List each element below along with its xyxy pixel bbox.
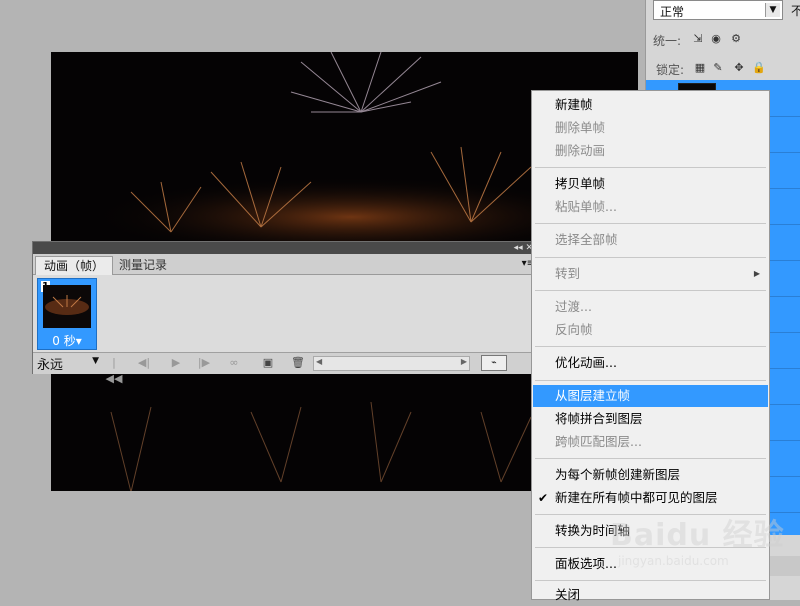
menu-item-new-layers-visible-all-frames[interactable]: ✔ 新建在所有帧中都可见的图层 bbox=[533, 487, 768, 509]
scroll-left-icon[interactable]: ◀ bbox=[316, 357, 322, 366]
opacity-label: 不 bbox=[791, 4, 800, 18]
frame-thumbnail bbox=[43, 285, 91, 328]
menu-item-panel-options[interactable]: 面板选项... bbox=[533, 553, 768, 575]
lock-transparent-icon[interactable]: ▦ bbox=[694, 62, 706, 74]
menu-separator bbox=[535, 346, 766, 347]
menu-item-optimize-animation[interactable]: 优化动画... bbox=[533, 352, 768, 374]
lock-move-icon[interactable]: ✥ bbox=[733, 62, 745, 74]
menu-separator bbox=[535, 290, 766, 291]
menu-item-new-layer-each-frame[interactable]: 为每个新帧创建新图层 bbox=[533, 464, 768, 486]
menu-item-convert-to-timeline[interactable]: 转换为时间轴 bbox=[533, 520, 768, 542]
frames-scrollbar[interactable]: ◀ ▶ bbox=[313, 356, 470, 371]
menu-item-go-to[interactable]: 转到 ▶ bbox=[533, 263, 768, 285]
menu-item-close[interactable]: 关闭 bbox=[533, 584, 768, 606]
loop-select[interactable]: 永远 ▼ bbox=[37, 354, 99, 373]
unify-style-icon[interactable]: ⚙ bbox=[730, 33, 742, 45]
menu-item-paste-frame[interactable]: 粘贴单帧... bbox=[533, 196, 768, 218]
play-icon[interactable]: ▶ bbox=[167, 355, 185, 371]
unify-position-icon[interactable]: ⇲ bbox=[692, 33, 704, 45]
panel-tabs: 动画（帧） 测量记录 ▾≡ bbox=[33, 254, 539, 275]
frame-item[interactable]: 1 0 秒▾ bbox=[37, 278, 97, 350]
previous-frame-icon[interactable]: ◀| bbox=[135, 355, 153, 371]
menu-item-match-layer-across-frames[interactable]: 跨帧匹配图层... bbox=[533, 431, 768, 453]
panel-titlebar[interactable]: ◂◂ ✕ bbox=[33, 242, 539, 254]
loop-value: 永远 bbox=[37, 358, 64, 373]
lock-brush-icon[interactable]: ✎ bbox=[712, 62, 724, 74]
first-frame-icon[interactable]: |◀◀ bbox=[105, 355, 123, 385]
lock-all-icon[interactable]: 🔒 bbox=[752, 62, 766, 74]
menu-separator bbox=[535, 167, 766, 168]
scroll-right-icon[interactable]: ▶ bbox=[461, 357, 467, 366]
next-frame-icon[interactable]: |▶ bbox=[195, 355, 213, 371]
menu-item-make-frames-from-layers[interactable]: 从图层建立帧 bbox=[533, 385, 768, 407]
blend-mode-select[interactable]: 正常 ▼ bbox=[653, 0, 783, 20]
submenu-arrow-icon: ▶ bbox=[753, 269, 760, 278]
checkmark-icon: ✔ bbox=[538, 491, 549, 505]
animation-panel: ◂◂ ✕ 动画（帧） 测量记录 ▾≡ 1 0 秒▾ 永远 ▼ |◀◀ ◀| bbox=[32, 241, 540, 385]
menu-item-delete-frame[interactable]: 删除单帧 bbox=[533, 117, 768, 139]
convert-to-timeline-button[interactable]: ⌁ bbox=[481, 355, 507, 371]
trash-icon[interactable]: 🗑 bbox=[289, 355, 307, 371]
unify-visibility-icon[interactable]: ◉ bbox=[710, 33, 722, 45]
chevron-down-icon: ▼ bbox=[92, 356, 99, 366]
menu-separator bbox=[535, 223, 766, 224]
menu-item-copy-frame[interactable]: 拷贝单帧 bbox=[533, 173, 768, 195]
panel-context-menu: 新建帧 删除单帧 删除动画 拷贝单帧 粘贴单帧... 选择全部帧 转到 ▶ 过渡.… bbox=[531, 90, 770, 602]
menu-separator bbox=[535, 257, 766, 258]
duplicate-frame-icon[interactable]: ▣ bbox=[259, 355, 277, 371]
menu-item-tween[interactable]: 过渡... bbox=[533, 296, 768, 318]
tab-animation-frames[interactable]: 动画（帧） bbox=[35, 256, 114, 275]
menu-separator bbox=[535, 514, 766, 515]
tween-icon[interactable]: ∞ bbox=[225, 355, 243, 371]
menu-item-reverse-frames[interactable]: 反向帧 bbox=[533, 319, 768, 341]
blend-mode-value: 正常 bbox=[660, 5, 685, 19]
frame-delay[interactable]: 0 秒▾ bbox=[38, 332, 96, 349]
menu-separator bbox=[535, 547, 766, 548]
menu-item-flatten-frames-into-layers[interactable]: 将帧拼合到图层 bbox=[533, 408, 768, 430]
menu-item-delete-animation[interactable]: 删除动画 bbox=[533, 140, 768, 162]
menu-separator bbox=[535, 458, 766, 459]
tab-measurement-log[interactable]: 测量记录 bbox=[111, 256, 175, 274]
menu-item-new-frame[interactable]: 新建帧 bbox=[533, 94, 768, 116]
chevron-down-icon: ▼ bbox=[765, 3, 780, 17]
lock-label: 锁定: bbox=[656, 63, 685, 77]
unify-label: 统一: bbox=[653, 34, 682, 48]
animation-controls: 永远 ▼ |◀◀ ◀| ▶ |▶ ∞ ▣ 🗑 ◀ ▶ ⌁ bbox=[33, 352, 539, 385]
frames-area: 1 0 秒▾ bbox=[33, 275, 531, 352]
menu-item-select-all-frames[interactable]: 选择全部帧 bbox=[533, 229, 768, 251]
menu-separator bbox=[535, 380, 766, 381]
menu-separator bbox=[535, 580, 766, 581]
